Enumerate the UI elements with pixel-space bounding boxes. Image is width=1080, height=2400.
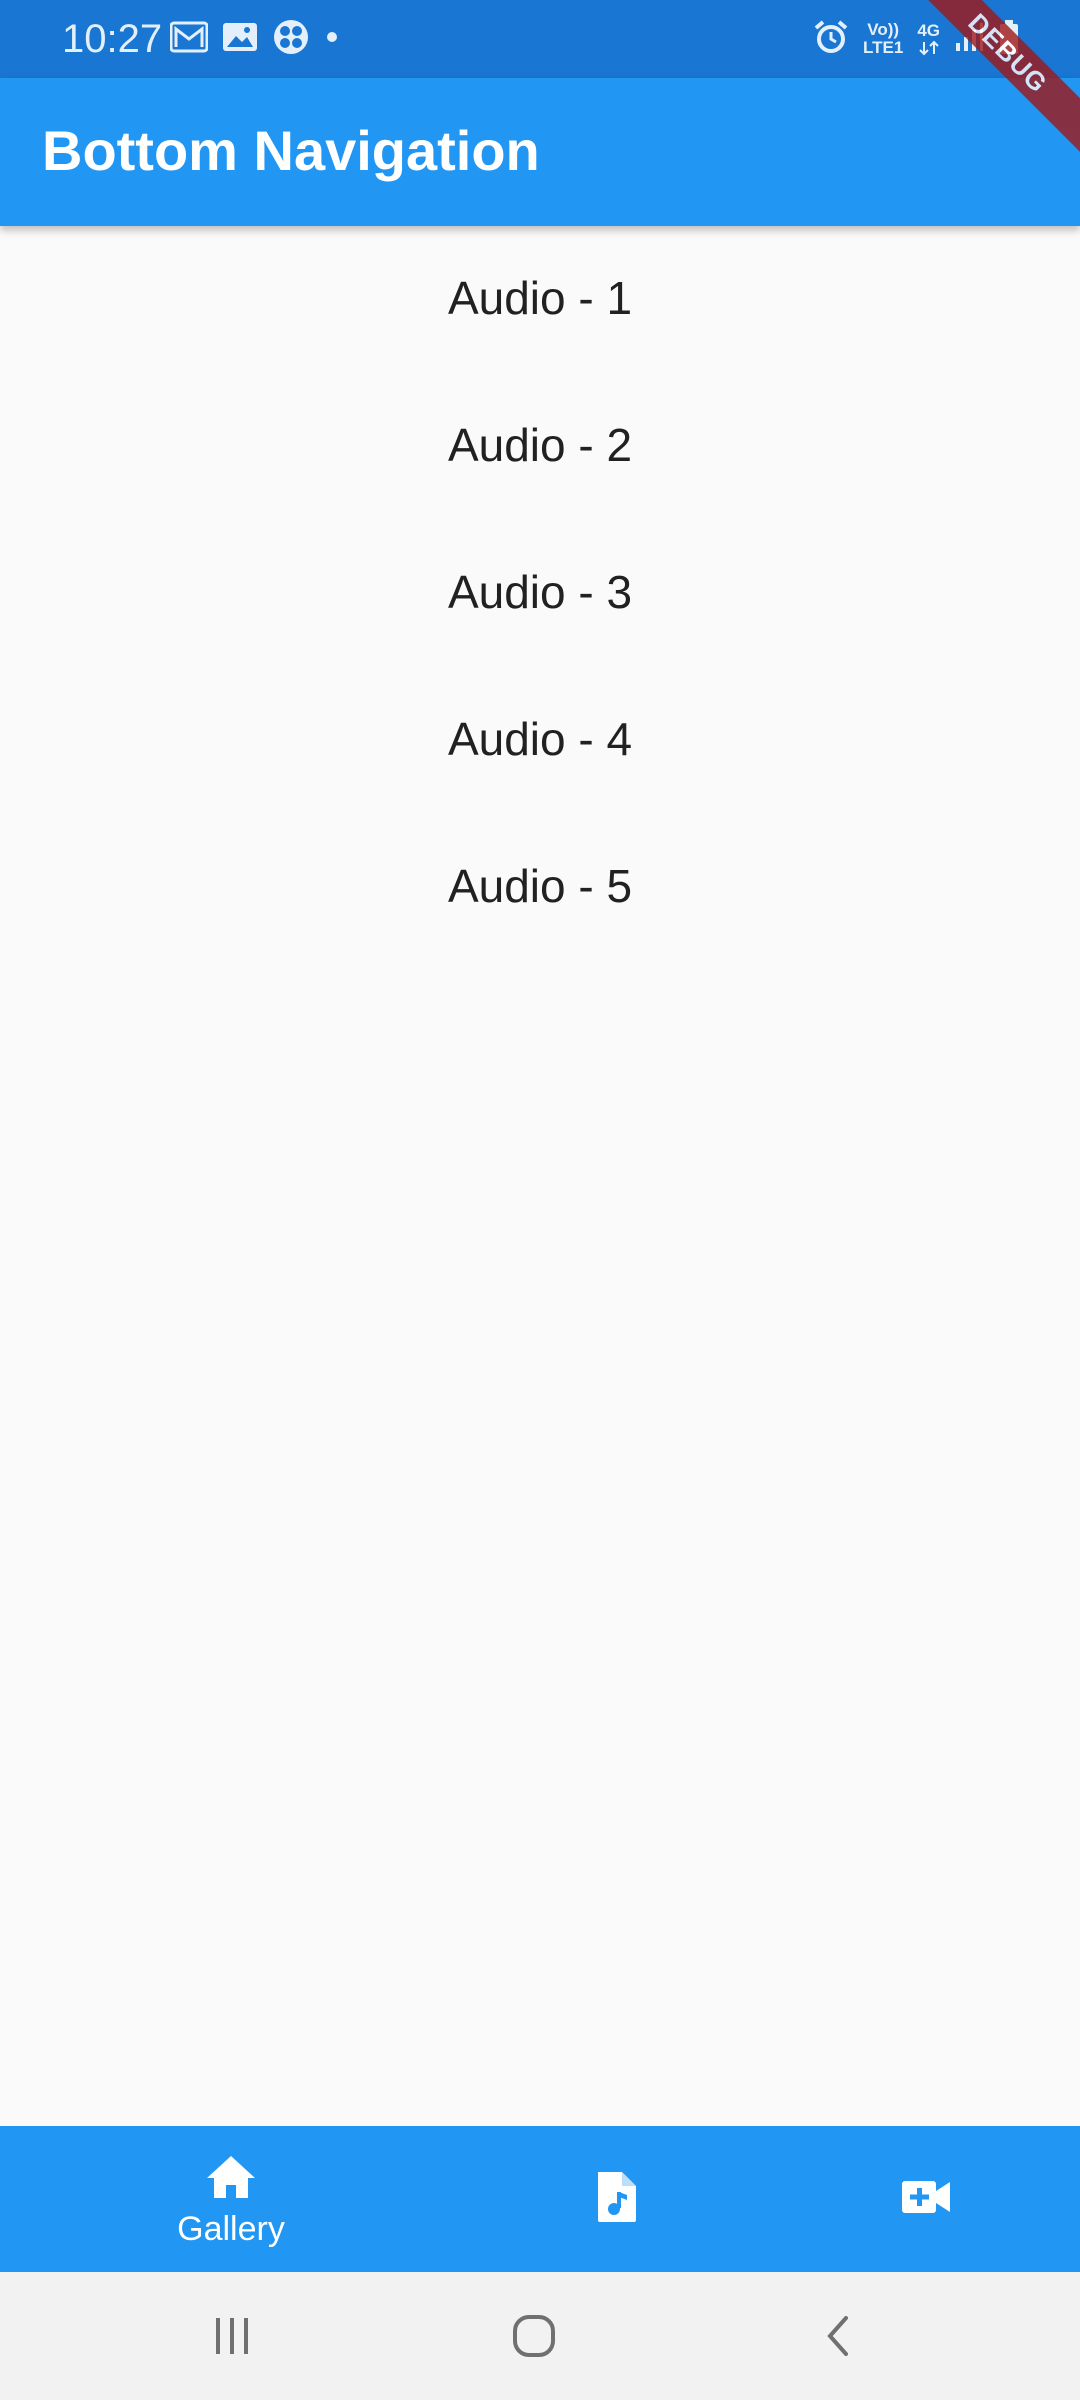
list-item: Audio - 4 — [447, 713, 633, 765]
volte-top-text: Vo)) — [867, 20, 900, 39]
nav-item-video[interactable] — [772, 2126, 1080, 2272]
audio-file-icon — [594, 2170, 640, 2229]
gmail-icon — [169, 21, 209, 58]
audio-list: Audio - 1 Audio - 2 Audio - 3 Audio - 4 … — [0, 226, 1080, 2126]
nav-label-gallery: Gallery — [177, 2209, 285, 2248]
image-icon — [222, 21, 258, 58]
video-call-icon — [900, 2179, 952, 2220]
list-item: Audio - 2 — [447, 419, 633, 471]
alarm-icon — [813, 19, 849, 60]
fan-icon — [272, 18, 310, 61]
app-bar: Bottom Navigation — [0, 78, 1080, 226]
home-circle-icon[interactable] — [504, 2306, 564, 2366]
status-time: 10:27 — [62, 17, 163, 61]
system-navigation-bar — [0, 2272, 1080, 2400]
nav-item-gallery[interactable]: Gallery — [0, 2126, 462, 2272]
volte-icon: Vo)) LTE1 — [863, 21, 903, 57]
dot-icon — [324, 29, 340, 50]
recent-apps-icon[interactable] — [202, 2306, 262, 2366]
list-item: Audio - 1 — [447, 272, 633, 324]
list-item: Audio - 3 — [447, 566, 633, 618]
list-item: Audio - 5 — [447, 860, 633, 912]
4g-icon: 4G — [917, 22, 940, 56]
status-left-icons — [169, 18, 340, 61]
bottom-navigation-bar: Gallery — [0, 2126, 1080, 2272]
page-title: Bottom Navigation — [42, 119, 540, 182]
nav-item-audio[interactable] — [462, 2126, 772, 2272]
status-bar: 10:27 Vo)) LTE1 4G — [0, 0, 1080, 78]
volte-bottom-text: LTE1 — [863, 38, 904, 57]
back-icon[interactable] — [808, 2306, 868, 2366]
home-icon — [205, 2154, 257, 2205]
network-label: 4G — [917, 21, 940, 40]
